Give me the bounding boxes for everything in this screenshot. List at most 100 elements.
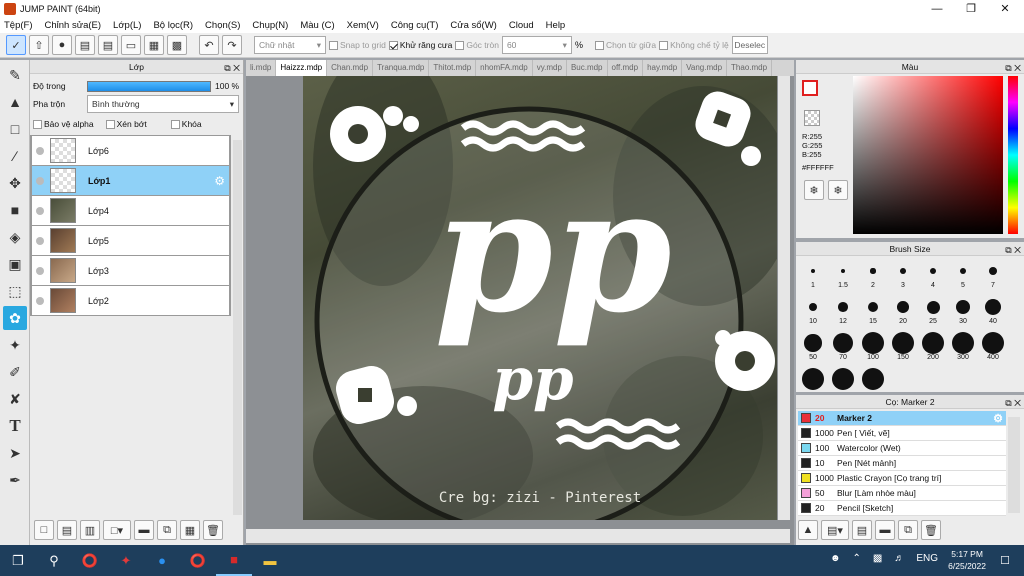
menu-view[interactable]: Xem(V) [347,20,379,31]
blend-select[interactable]: Bình thường ▾ [87,95,239,113]
notification-icon[interactable]: ☐ [1000,554,1010,567]
message-icon[interactable]: ▤ [75,35,95,55]
brush-duplicate-icon[interactable]: ⧉ [898,520,918,540]
delete-layer-icon[interactable]: 🗑 [203,520,223,540]
gear-icon[interactable]: ⚙ [214,174,225,188]
zalo-icon[interactable]: ● [144,545,180,576]
brush-list-item[interactable]: 100 Watercolor (Wet) [798,441,1006,456]
brush-size-option[interactable]: 150 [890,332,916,361]
layer-row[interactable]: Lớp5 [32,226,229,256]
brush-size-option[interactable]: 400 [980,332,1006,361]
new-layer-icon[interactable]: □ [34,520,54,540]
canvas-vertical-scrollbar[interactable] [778,76,790,520]
network-icon[interactable]: ▩ [873,553,882,564]
page-icon[interactable]: ▭ [121,35,141,55]
brush-size-option[interactable] [860,368,886,390]
redo-icon[interactable]: ↷ [222,35,242,55]
round-corner-checkbox[interactable]: Góc tròn [455,40,499,50]
brush-size-option[interactable]: 100 [860,332,886,361]
menu-window[interactable]: Cửa sổ(W) [450,20,496,31]
deselect-button[interactable]: Deselec [731,36,768,54]
cloud-sync-icon[interactable]: ✓ [6,35,26,55]
brush-size-option[interactable]: 25 [920,296,946,325]
brush-list-item[interactable]: 20 Marker 2 ⚙ [798,411,1006,426]
eyedropper-tool-icon[interactable]: ✒ [3,468,27,492]
visibility-icon[interactable] [36,266,44,275]
brush-size-option[interactable]: 7 [980,260,1006,289]
text-tool-icon[interactable]: T [3,414,27,438]
brush-size-option[interactable]: 1 [800,260,826,289]
opacity-slider[interactable] [87,80,211,92]
tab-document[interactable]: Vang.mdp [682,60,728,76]
menu-layer[interactable]: Lớp(L) [113,20,141,31]
visibility-icon[interactable] [36,176,44,185]
brush-list-item[interactable]: 1000 Pen [ Viết, vẽ] [798,426,1006,441]
lasso-tool-icon[interactable]: ✿ [3,306,27,330]
magic-wand-tool-icon[interactable]: ✦ [3,333,27,357]
duplicate-layer-icon[interactable]: ⧉ [157,520,177,540]
brush-size-option[interactable]: 70 [830,332,856,361]
share-icon[interactable]: ⇧ [29,35,49,55]
transparent-color-swatch[interactable] [804,110,820,126]
menu-file[interactable]: Tệp(F) [4,20,33,31]
search-icon[interactable]: ⚲ [36,545,72,576]
menu-filter[interactable]: Bộ lọc(R) [153,20,193,31]
brush-size-option[interactable]: 200 [920,332,946,361]
operation-tool-icon[interactable]: ➤ [3,441,27,465]
brush-size-option[interactable] [830,368,856,390]
tab-document[interactable]: Thitot.mdp [429,60,477,76]
eraser-tool-icon[interactable]: ▲ [3,90,27,114]
new-8bit-layer-icon[interactable]: ▤ [57,520,77,540]
visibility-icon[interactable] [36,146,44,155]
select-tool-icon[interactable]: ⬚ [3,279,27,303]
select-eraser-tool-icon[interactable]: ✘ [3,387,27,411]
app-icon[interactable]: ✦ [108,545,144,576]
lock-ratio-checkbox[interactable]: Không chế tỷ lệ [659,40,729,50]
brush-size-option[interactable]: 40 [980,296,1006,325]
snap-grid-checkbox[interactable]: Snap to grid [329,40,386,50]
folder-icon[interactable]: ▬ [134,520,154,540]
brush-size-option[interactable]: 50 [800,332,826,361]
visibility-icon[interactable] [36,236,44,245]
brush-tool-icon[interactable]: ∕ [3,144,27,168]
palette-settings-icon[interactable]: ❄ [828,180,848,200]
tab-document-active[interactable]: Haizzz.mdp [276,60,328,76]
tab-document[interactable]: off.mdp [608,60,644,76]
add-layer-dropdown-icon[interactable]: □▾ [103,520,131,540]
fill-rect-tool-icon[interactable]: ■ [3,198,27,222]
menu-capture[interactable]: Chụp(N) [252,20,288,31]
color-picker-field[interactable] [853,76,1003,234]
layer-row[interactable]: Lớp3 [32,256,229,286]
language-indicator[interactable]: ENG [916,553,938,564]
clipping-checkbox[interactable]: Xén bớt [105,119,147,129]
menu-edit[interactable]: Chỉnh sửa(E) [45,20,102,31]
brush-delete-icon[interactable]: 🗑 [921,520,941,540]
brush-size-option[interactable]: 30 [950,296,976,325]
menu-select[interactable]: Chọn(S) [205,20,240,31]
bucket-tool-icon[interactable]: ◈ [3,225,27,249]
rect-tool-icon[interactable]: □ [3,117,27,141]
panel-close-icon[interactable]: ⧉ ✕ [1005,396,1021,410]
brush-size-option[interactable]: 10 [800,296,826,325]
brush-folder-icon[interactable]: ▬ [875,520,895,540]
visibility-icon[interactable] [36,296,44,305]
menu-help[interactable]: Help [546,20,566,31]
maximize-button[interactable]: ❐ [954,0,988,17]
opera-gx-icon[interactable]: ⭕ [180,545,216,576]
layer-scrollbar[interactable] [233,140,242,515]
volume-icon[interactable]: ♬ [894,553,904,564]
pen-tool-icon[interactable]: ✎ [3,63,27,87]
undo-icon[interactable]: ↶ [199,35,219,55]
brush-size-option[interactable] [800,368,826,390]
brush-page-dropdown-icon[interactable]: ▤▾ [821,520,849,540]
comment-icon[interactable]: ● [52,35,72,55]
gradient-tool-icon[interactable]: ▣ [3,252,27,276]
brush-size-option[interactable]: 2 [860,260,886,289]
center-select-checkbox[interactable]: Chọn từ giữa [594,40,656,50]
brush-page-icon[interactable]: ▤ [852,520,872,540]
menu-color[interactable]: Màu (C) [300,20,334,31]
brush-size-option[interactable]: 4 [920,260,946,289]
document-icon[interactable]: ▤ [98,35,118,55]
brush-size-option[interactable]: 3 [890,260,916,289]
tab-document[interactable]: nhomFA.mdp [476,60,533,76]
